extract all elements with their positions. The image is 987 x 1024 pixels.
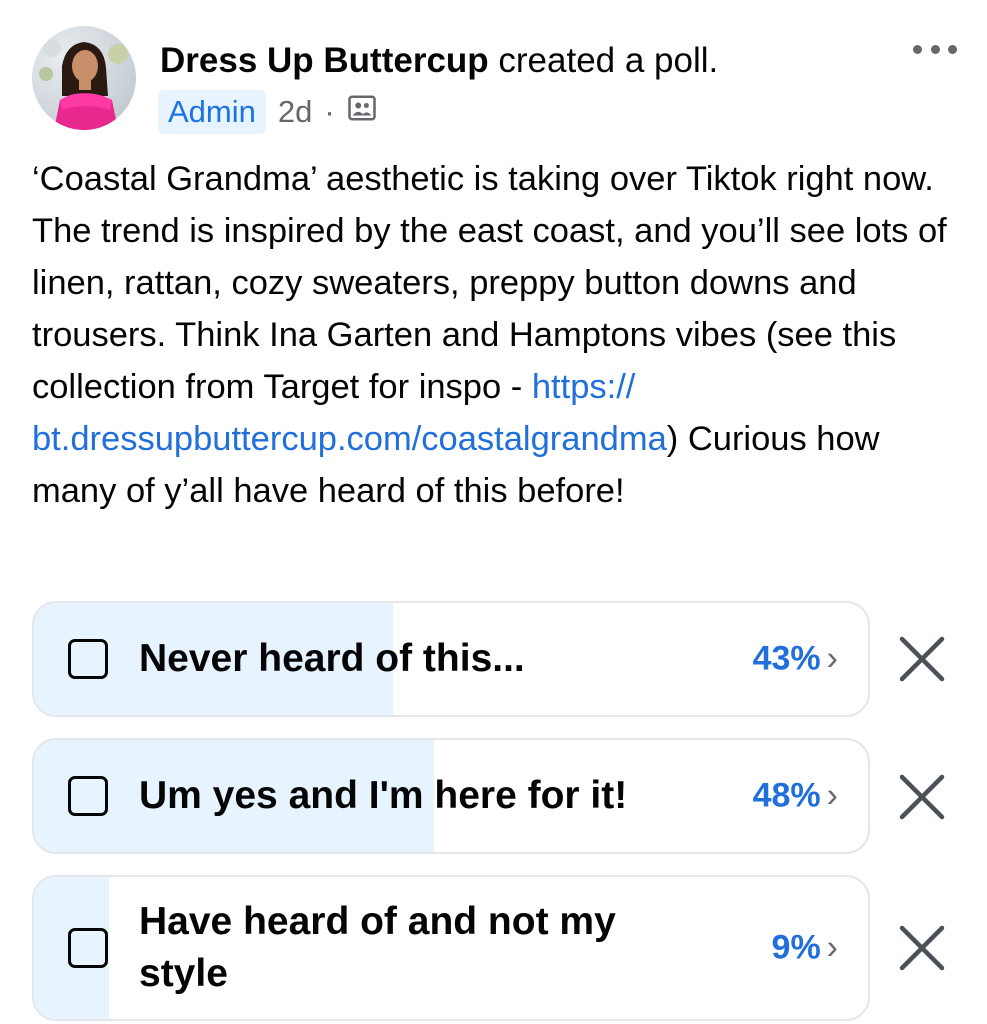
poll-option-1[interactable]: Never heard of this... 43% › — [32, 601, 870, 717]
post-body: ‘Coastal Grandma’ aesthetic is taking ov… — [32, 153, 962, 517]
poll-option-percent[interactable]: 43% › — [753, 640, 838, 679]
poll-option-percent[interactable]: 48% › — [753, 777, 838, 816]
post-header: Dress Up Buttercup created a poll. — [160, 38, 718, 84]
poll-option-label: Um yes and I'm here for it! — [139, 774, 628, 817]
poll-option-percent[interactable]: 9% › — [772, 929, 838, 968]
poll-checkbox[interactable] — [68, 928, 108, 968]
admin-badge: Admin — [158, 90, 266, 134]
poll-option-label: Never heard of this... — [139, 637, 525, 680]
post-action: created a poll. — [488, 41, 719, 80]
avatar-photo — [39, 39, 128, 130]
poll-option-2[interactable]: Um yes and I'm here for it! 48% › — [32, 738, 870, 854]
poll-percent-value: 9% — [771, 928, 821, 967]
author-name[interactable]: Dress Up Buttercup — [160, 41, 489, 80]
post-meta: Admin 2d · — [158, 90, 377, 134]
poll-percent-value: 48% — [752, 776, 821, 815]
poll-percent-value: 43% — [752, 639, 821, 678]
close-icon[interactable] — [894, 631, 950, 687]
poll-checkbox[interactable] — [68, 776, 108, 816]
post-text-intro: ‘Coastal Grandma’ aesthetic is taking ov… — [32, 160, 947, 406]
post-time[interactable]: 2d — [278, 94, 312, 130]
close-icon[interactable] — [894, 920, 950, 976]
close-icon[interactable] — [894, 769, 950, 825]
group-icon — [347, 93, 377, 131]
more-options-icon[interactable] — [913, 38, 957, 60]
meta-separator: · — [324, 94, 335, 129]
poll-option-label: Have heard of and not my style — [139, 900, 616, 995]
chevron-right-icon: › — [826, 776, 838, 815]
chevron-right-icon: › — [826, 928, 838, 967]
author-avatar[interactable] — [32, 26, 136, 130]
poll-checkbox[interactable] — [68, 639, 108, 679]
poll-option-3[interactable]: Have heard of and not my style 9% › — [32, 875, 870, 1021]
chevron-right-icon: › — [826, 639, 838, 678]
